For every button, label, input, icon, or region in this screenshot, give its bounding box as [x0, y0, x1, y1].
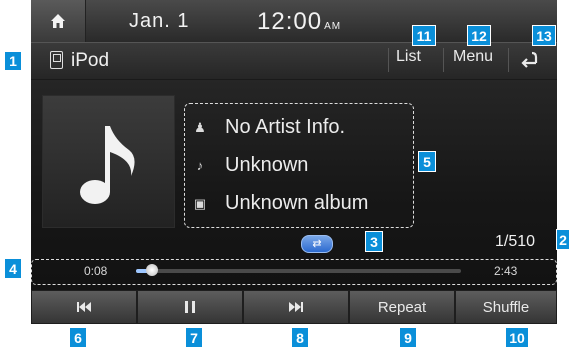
progress-slider[interactable]	[136, 264, 461, 276]
callout-badge: 13	[532, 25, 556, 46]
header-divider	[388, 48, 389, 72]
title-row: ♪ Unknown	[193, 154, 309, 177]
pause-icon	[185, 301, 195, 313]
audio-screen: Jan. 1 12:00 AM iPod List Menu ♟ No Artis…	[31, 0, 557, 324]
song-icon: ♪	[196, 158, 204, 173]
callout-badge: 7	[185, 327, 203, 348]
home-icon	[51, 14, 65, 28]
status-time: 12:00 AM	[257, 8, 341, 36]
header-bar: iPod List Menu	[31, 43, 557, 80]
album-art	[42, 95, 175, 228]
status-date: Jan. 1	[129, 10, 190, 32]
track-info-panel: ♟ No Artist Info. ♪ Unknown ▣ Unknown al…	[184, 103, 414, 228]
callout-badge: 9	[399, 327, 417, 348]
callout-badge: 4	[4, 258, 22, 279]
callout-badge: 8	[291, 327, 309, 348]
status-ampm: AM	[324, 21, 342, 32]
previous-button[interactable]	[31, 290, 137, 324]
track-count: 1/510	[495, 233, 536, 250]
menu-button[interactable]: Menu	[453, 48, 493, 66]
callout-badge: 12	[467, 25, 491, 46]
source-label: iPod	[71, 50, 110, 71]
back-arrow-icon	[521, 51, 538, 68]
song-title: Unknown	[225, 154, 309, 176]
album-icon: ▣	[193, 195, 207, 211]
header-divider	[508, 48, 509, 72]
shuffle-button[interactable]: Shuffle	[455, 290, 557, 324]
callout-badge: 3	[365, 231, 383, 252]
total-time: 2:43	[494, 264, 518, 278]
repeat-button[interactable]: Repeat	[349, 290, 455, 324]
control-bar: Repeat Shuffle	[31, 290, 557, 324]
home-button[interactable]	[31, 0, 86, 42]
previous-icon	[77, 302, 91, 312]
callout-badge: 6	[69, 327, 87, 348]
list-button[interactable]: List	[396, 48, 421, 66]
artist-icon: ♟	[194, 119, 206, 135]
artist-row: ♟ No Artist Info.	[193, 116, 345, 139]
ipod-icon	[50, 51, 63, 69]
status-time-value: 12:00	[257, 8, 323, 35]
elapsed-time: 0:08	[84, 264, 108, 278]
repeat-mode-icon: ⇄	[312, 237, 322, 250]
album-name: Unknown album	[225, 192, 369, 214]
pause-button[interactable]	[137, 290, 243, 324]
next-button[interactable]	[243, 290, 349, 324]
album-row: ▣ Unknown album	[193, 192, 369, 215]
next-icon	[289, 302, 303, 312]
artist-name: No Artist Info.	[225, 116, 346, 138]
back-button[interactable]	[518, 49, 540, 74]
callout-badge: 2	[556, 229, 569, 250]
callout-badge: 10	[505, 327, 529, 348]
repeat-mode-indicator: ⇄	[301, 235, 333, 253]
callout-badge: 1	[4, 51, 22, 71]
callout-badge: 5	[418, 151, 436, 172]
music-note-icon	[80, 126, 135, 204]
header-divider	[443, 48, 444, 72]
callout-badge: 11	[412, 25, 436, 46]
